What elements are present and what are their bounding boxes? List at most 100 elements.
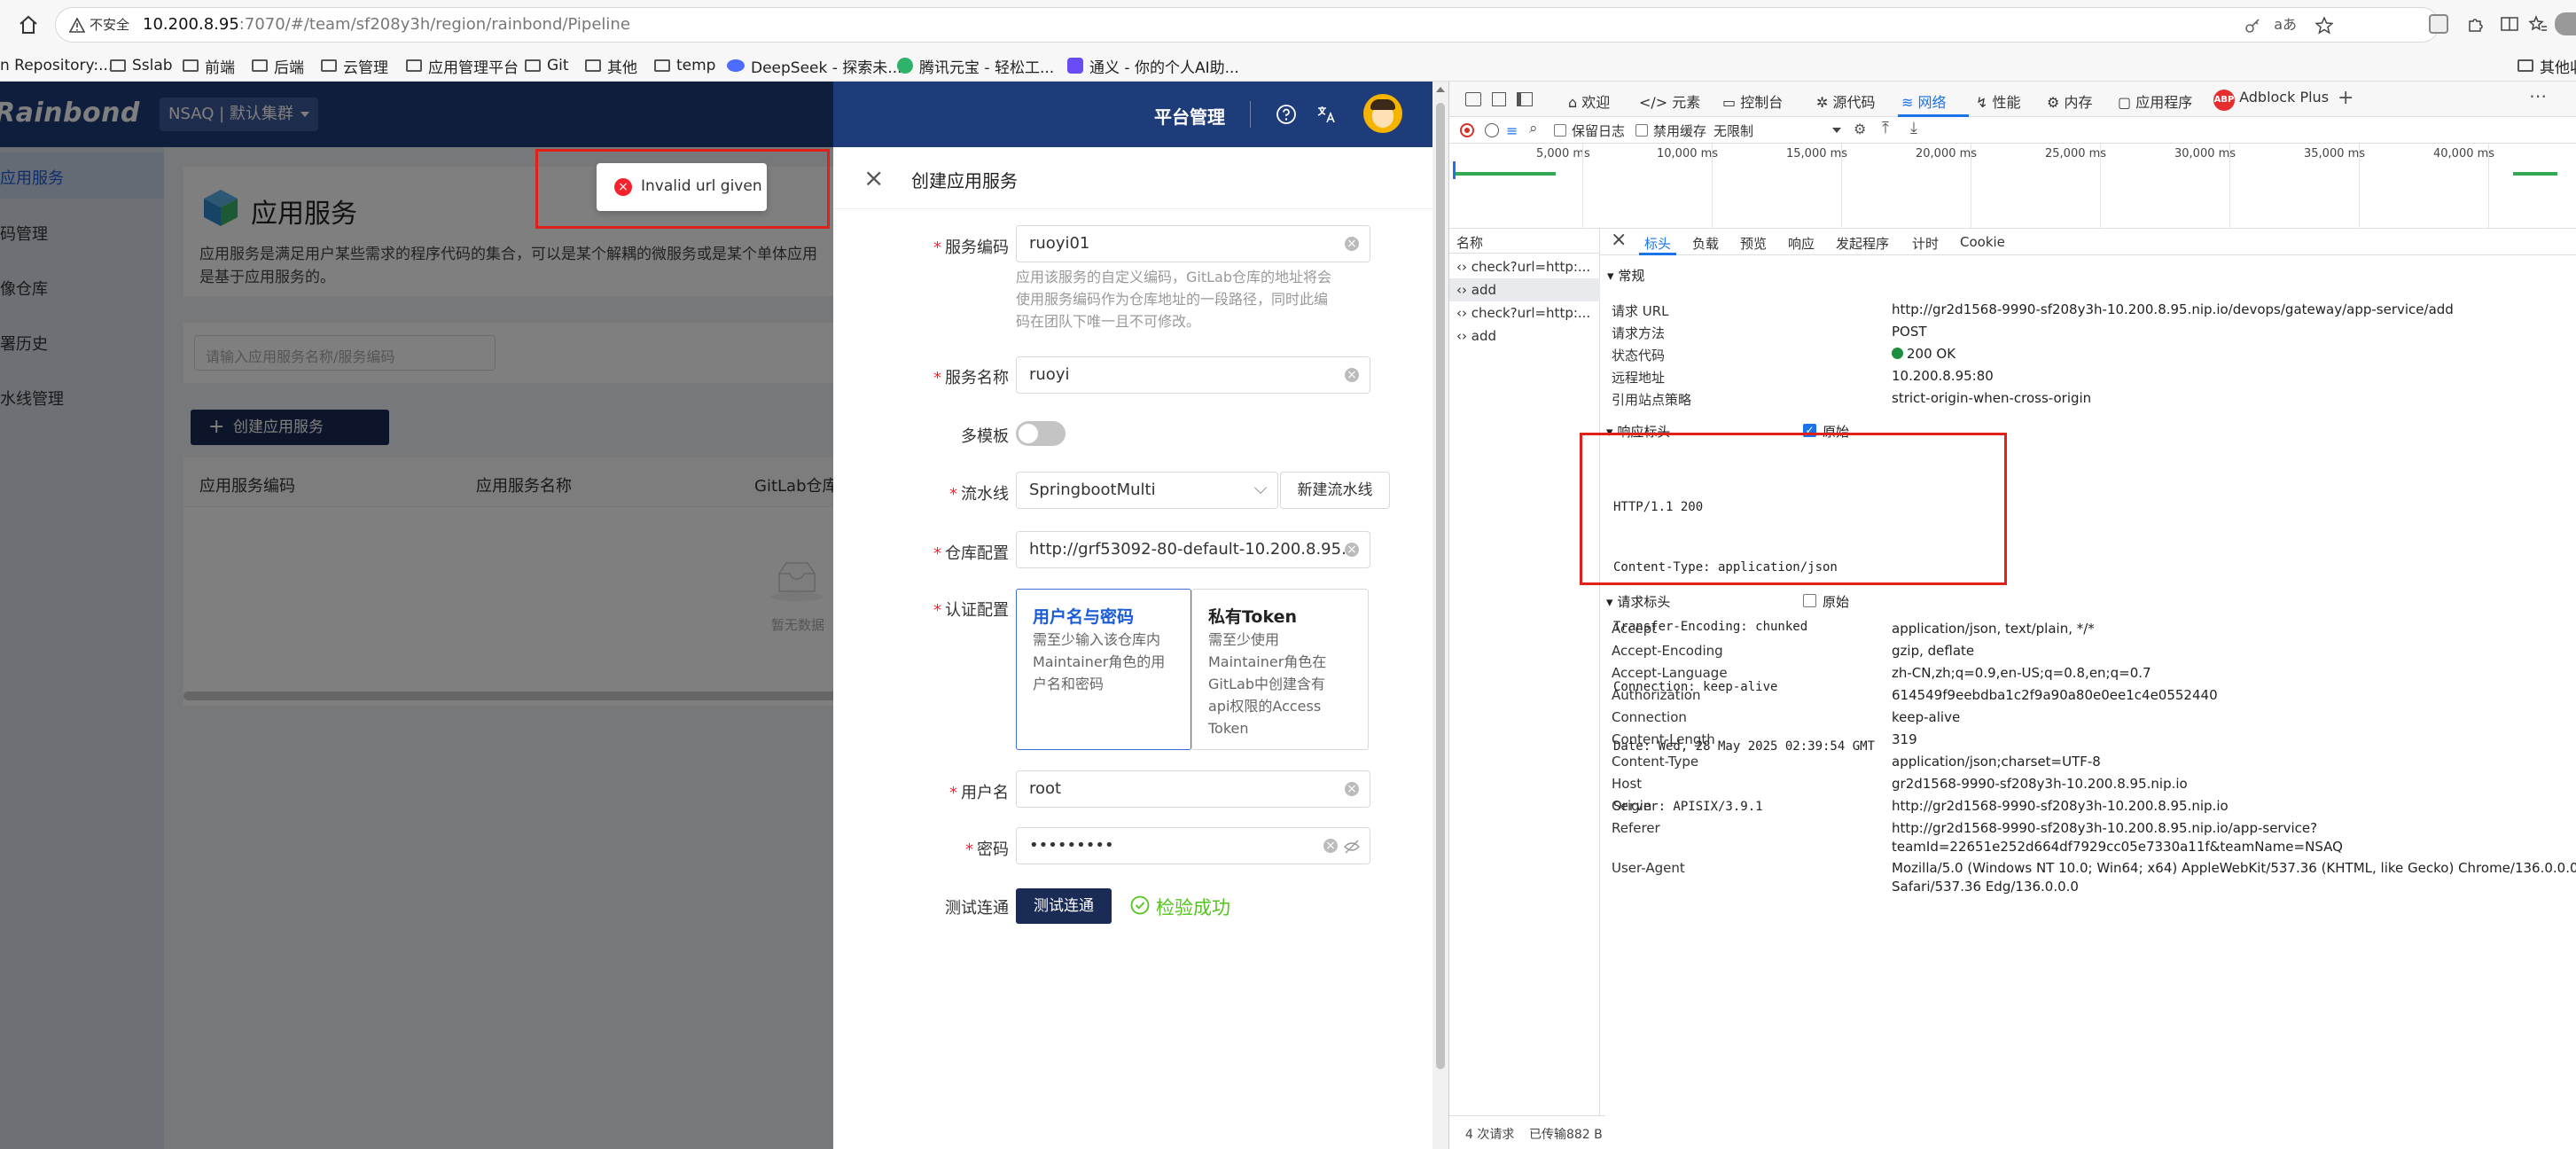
- console-tab[interactable]: ▭ 控制台: [1722, 90, 1783, 112]
- tab-payload[interactable]: 负载: [1692, 234, 1719, 253]
- tab-cookie[interactable]: Cookie: [1960, 234, 2005, 250]
- home-icon[interactable]: [16, 12, 41, 37]
- avatar-icon[interactable]: [2555, 12, 2576, 35]
- memory-tab[interactable]: ⚙ 内存: [2047, 90, 2092, 112]
- bookmark-repository[interactable]: n Repository:...: [0, 50, 113, 82]
- scroll-up-arrow[interactable]: [1436, 87, 1445, 92]
- favorite-star-icon[interactable]: [2314, 16, 2334, 35]
- device-toolbar-icon[interactable]: [1465, 92, 1481, 106]
- request-row[interactable]: ‹› check?url=http:...: [1449, 301, 1600, 324]
- key-icon[interactable]: [2244, 17, 2261, 35]
- timeline-bar: [2513, 172, 2557, 176]
- add-tab-icon[interactable]: +: [2338, 87, 2354, 109]
- timeline-bar: [1453, 161, 1456, 179]
- eye-hidden-icon[interactable]: [1343, 838, 1361, 856]
- welcome-tab[interactable]: ⌂ 欢迎: [1568, 90, 1610, 112]
- auth-option-private-token[interactable]: 私有Token 需至少使用 Maintainer角色在 GitLab中创建含有 …: [1191, 589, 1369, 750]
- password-input[interactable]: •••••••••: [1016, 827, 1370, 864]
- bookmark-folder-frontend[interactable]: 前端: [183, 50, 235, 82]
- page-scrollbar[interactable]: [1432, 82, 1448, 1149]
- header-value: strict-origin-when-cross-origin: [1892, 390, 2092, 406]
- address-bar[interactable]: 不安全 10.200.8.95:7070/#/team/sf208y3h/reg…: [55, 7, 2439, 43]
- tab-timing[interactable]: 计时: [1912, 234, 1939, 253]
- adblock-tab[interactable]: ABP Adblock Plus: [2213, 89, 2329, 111]
- tab-initiator[interactable]: 发起程序: [1836, 234, 1889, 253]
- application-tab[interactable]: ▢ 应用程序: [2118, 90, 2192, 112]
- header-value: zh-CN,zh;q=0.9,en-US;q=0.8,en;q=0.7: [1892, 665, 2151, 681]
- request-row[interactable]: ‹› add: [1449, 324, 1600, 348]
- request-name: check?url=http:...: [1471, 305, 1591, 321]
- clear-icon[interactable]: [1345, 226, 1359, 262]
- check-circle-icon: [1129, 895, 1151, 916]
- preserve-log-checkbox[interactable]: [1554, 124, 1566, 137]
- extensions-icon[interactable]: [2464, 12, 2487, 35]
- service-name-input[interactable]: ruoyi: [1016, 356, 1370, 394]
- bookmark-folder-sslab[interactable]: Sslab: [110, 50, 173, 82]
- bookmark-tongyi[interactable]: 通义 - 你的个人AI助...: [1067, 50, 1239, 82]
- read-aloud-icon[interactable]: aあ: [2274, 8, 2297, 42]
- dock-icon[interactable]: [1517, 92, 1533, 106]
- repo-url-input[interactable]: http://grf53092-80-default-10.200.8.95.n…: [1016, 531, 1370, 568]
- avatar[interactable]: [1363, 94, 1402, 133]
- throttle-select[interactable]: 无限制: [1713, 121, 1753, 140]
- bookmark-folder-other[interactable]: 其他: [585, 50, 637, 82]
- import-har-icon[interactable]: ⤒: [1882, 119, 1889, 137]
- raw-checkbox[interactable]: [1803, 594, 1816, 607]
- new-pipeline-button[interactable]: 新建流水线: [1280, 472, 1390, 509]
- username-input[interactable]: root: [1016, 770, 1370, 808]
- help-line: 应用该服务的自定义编码，GitLab仓库的地址将会: [1016, 269, 1331, 285]
- clear-icon[interactable]: [1345, 532, 1359, 567]
- test-connection-button[interactable]: 测试连通: [1016, 888, 1112, 924]
- profile-square-icon[interactable]: [2429, 14, 2448, 34]
- clear-icon[interactable]: [1345, 771, 1359, 807]
- export-har-icon[interactable]: ⤓: [1910, 119, 1917, 137]
- inspect-icon[interactable]: [1492, 92, 1506, 106]
- clear-icon[interactable]: [1323, 828, 1338, 864]
- multi-template-toggle[interactable]: [1016, 421, 1066, 446]
- bookmark-folder-git[interactable]: Git: [525, 50, 569, 82]
- performance-tab[interactable]: ↯ 性能: [1976, 90, 2021, 112]
- bookmark-other-folder[interactable]: 其他收: [2517, 50, 2576, 82]
- header-value-continued: Safari/537.36 Edg/136.0.0.0: [1892, 879, 2079, 895]
- bookmark-folder-backend[interactable]: 后端: [252, 50, 304, 82]
- network-timeline[interactable]: 5,000 ms 10,000 ms 15,000 ms 20,000 ms 2…: [1449, 144, 2576, 229]
- bookmark-yuanbao[interactable]: 腾讯元宝 - 轻松工...: [897, 50, 1054, 82]
- bookmark-folder-cloud[interactable]: 云管理: [321, 50, 388, 82]
- language-switch-icon[interactable]: [1315, 103, 1338, 126]
- network-tab[interactable]: ≋ 网络: [1901, 90, 1947, 112]
- more-icon[interactable]: ⋯: [2529, 85, 2547, 106]
- tab-preview[interactable]: 预览: [1740, 234, 1767, 253]
- split-screen-icon[interactable]: [2498, 12, 2521, 35]
- clear-log-icon[interactable]: [1485, 123, 1499, 137]
- help-icon[interactable]: [1275, 103, 1298, 126]
- modal-overlay[interactable]: [0, 147, 833, 1149]
- clear-icon[interactable]: [1345, 357, 1359, 393]
- close-icon[interactable]: ×: [863, 163, 884, 192]
- sources-tab[interactable]: ✲ 源代码: [1816, 90, 1876, 112]
- filter-icon[interactable]: ≡: [1506, 122, 1518, 139]
- request-headers-section-header[interactable]: ▾ 请求标头: [1606, 592, 1670, 611]
- header-value: 319: [1892, 731, 1917, 747]
- bookmark-deepseek[interactable]: DeepSeek - 探索未...: [727, 50, 902, 82]
- bookmark-folder-temp[interactable]: temp: [654, 50, 715, 82]
- tab-headers[interactable]: 标头: [1644, 234, 1671, 253]
- favorites-icon[interactable]: [2526, 12, 2549, 35]
- auth-option-username-password[interactable]: 用户名与密码 需至少输入该仓库内 Maintainer角色的用 户名和密码: [1016, 589, 1191, 750]
- general-section-header[interactable]: ▾ 常规: [1607, 266, 1644, 285]
- close-detail-icon[interactable]: ×: [1611, 229, 1627, 251]
- request-row-selected[interactable]: ‹› add: [1449, 278, 1600, 301]
- platform-management-link[interactable]: 平台管理: [1154, 103, 1225, 129]
- search-icon[interactable]: ⌕: [1529, 120, 1538, 137]
- scrollbar-thumb[interactable]: [1436, 103, 1445, 1069]
- service-code-label: * 服务编码: [933, 238, 1009, 257]
- network-conditions-icon[interactable]: ⚙: [1854, 121, 1866, 137]
- tab-response[interactable]: 响应: [1788, 234, 1815, 253]
- request-row[interactable]: ‹› check?url=http:...: [1449, 255, 1600, 278]
- header-value: application/json;charset=UTF-8: [1892, 754, 2101, 770]
- pipeline-select[interactable]: SpringbootMulti: [1016, 472, 1278, 509]
- record-icon[interactable]: [1460, 123, 1474, 137]
- disable-cache-checkbox[interactable]: [1635, 124, 1648, 137]
- bookmark-folder-app-platform[interactable]: 应用管理平台: [406, 50, 519, 82]
- elements-tab[interactable]: </> 元素: [1639, 90, 1700, 112]
- service-code-input[interactable]: ruoyi01: [1016, 225, 1370, 262]
